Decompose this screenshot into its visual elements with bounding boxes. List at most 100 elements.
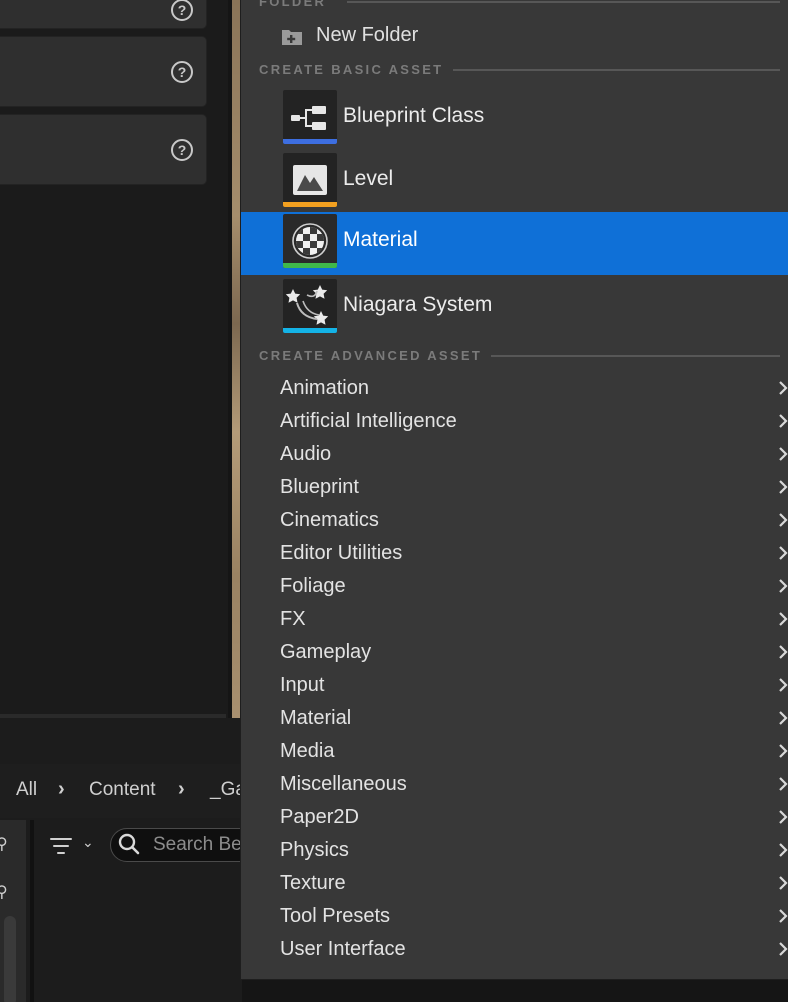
blueprint-class-icon — [283, 90, 337, 144]
search-icon — [118, 833, 140, 855]
blueprint-class-menu-item[interactable]: Blueprint Class — [241, 88, 788, 151]
menu-item-label: User Interface — [280, 938, 406, 960]
menu-item-label: Material — [343, 228, 418, 251]
menu-item-label: Physics — [280, 839, 349, 861]
menu-item-label: New Folder — [316, 24, 419, 46]
chevron-right-icon — [779, 612, 788, 626]
menu-item-label: Foliage — [280, 575, 346, 597]
vertical-scrollbar[interactable] — [4, 916, 16, 1002]
menu-item-label: FX — [280, 608, 306, 630]
menu-item-label: Audio — [280, 443, 332, 465]
submenu-item-blueprint[interactable]: Blueprint — [241, 471, 788, 504]
level-icon — [283, 153, 337, 207]
submenu-item-gameplay[interactable]: Gameplay — [241, 636, 788, 669]
level-menu-item[interactable]: Level — [241, 151, 788, 214]
submenu-item-paper2d[interactable]: Paper2D — [241, 801, 788, 834]
section-header-folder: FOLDER — [259, 0, 780, 9]
sources-panel: ⚲ ⚲ — [0, 820, 26, 1002]
search-placeholder: Search Be — [153, 834, 242, 855]
chevron-right-icon — [779, 810, 788, 824]
chevron-right-icon: › — [58, 778, 65, 800]
asset-color-stripe — [283, 139, 337, 144]
search-icon[interactable]: ⚲ — [0, 834, 8, 854]
chevron-right-icon — [779, 744, 788, 758]
chevron-right-icon — [779, 645, 788, 659]
submenu-item-editor-utilities[interactable]: Editor Utilities — [241, 537, 788, 570]
material-icon — [283, 214, 337, 268]
menu-item-label: Texture — [280, 872, 346, 894]
submenu-item-foliage[interactable]: Foliage — [241, 570, 788, 603]
submenu-item-animation[interactable]: Animation — [241, 372, 788, 405]
chevron-right-icon — [779, 942, 788, 956]
property-row[interactable]: ? — [0, 114, 207, 185]
asset-color-stripe — [283, 202, 337, 207]
submenu-item-fx[interactable]: FX — [241, 603, 788, 636]
section-divider — [453, 69, 780, 71]
section-title: CREATE ADVANCED ASSET — [259, 348, 483, 363]
chevron-right-icon — [779, 513, 788, 527]
menu-item-label: Artificial Intelligence — [280, 410, 457, 432]
niagara-system-icon — [283, 279, 337, 333]
splitter[interactable] — [30, 820, 34, 1002]
chevron-right-icon — [779, 480, 788, 494]
property-row[interactable]: ? — [0, 36, 207, 107]
menu-item-label: Blueprint — [280, 476, 359, 498]
chevron-right-icon: › — [178, 778, 185, 800]
menu-item-label: Cinematics — [280, 509, 379, 531]
chevron-right-icon — [779, 579, 788, 593]
section-header-basic: CREATE BASIC ASSET — [259, 62, 780, 77]
details-panel: ? ? ? — [0, 0, 228, 720]
menu-item-label: Tool Presets — [280, 905, 391, 927]
menu-item-label: Input — [280, 674, 325, 696]
menu-item-label: Miscellaneous — [280, 773, 407, 795]
chevron-right-icon — [779, 909, 788, 923]
chevron-right-icon — [779, 777, 788, 791]
asset-color-stripe — [283, 328, 337, 333]
breadcrumb-item-content[interactable]: Content — [89, 779, 156, 801]
submenu-item-user-interface[interactable]: User Interface — [241, 933, 788, 966]
menu-item-label: Media — [280, 740, 335, 762]
submenu-item-cinematics[interactable]: Cinematics — [241, 504, 788, 537]
menu-item-label: Animation — [280, 377, 369, 399]
menu-item-label: Niagara System — [343, 293, 493, 316]
breadcrumb-item-all[interactable]: All — [16, 779, 37, 801]
chevron-right-icon — [779, 843, 788, 857]
submenu-item-material[interactable]: Material — [241, 702, 788, 735]
menu-item-label: Blueprint Class — [343, 104, 485, 127]
chevron-right-icon — [779, 414, 788, 428]
chevron-right-icon — [779, 678, 788, 692]
section-divider — [347, 1, 780, 3]
section-title: CREATE BASIC ASSET — [259, 62, 444, 77]
chevron-right-icon — [779, 546, 788, 560]
niagara-system-menu-item[interactable]: Niagara System — [241, 277, 788, 340]
chevron-right-icon — [779, 711, 788, 725]
chevron-right-icon — [779, 381, 788, 395]
help-icon[interactable]: ? — [171, 0, 193, 21]
filter-button[interactable]: ⌄ — [48, 832, 98, 860]
menu-item-label: Gameplay — [280, 641, 372, 663]
submenu-item-artificial-intelligence[interactable]: Artificial Intelligence — [241, 405, 788, 438]
chevron-right-icon — [779, 876, 788, 890]
help-icon[interactable]: ? — [171, 61, 193, 83]
chevron-down-icon: ⌄ — [82, 834, 94, 850]
submenu-item-tool-presets[interactable]: Tool Presets — [241, 900, 788, 933]
menu-item-label: Paper2D — [280, 806, 359, 828]
search-icon[interactable]: ⚲ — [0, 882, 8, 902]
menu-item-label: Level — [343, 167, 394, 190]
new-folder-icon — [282, 30, 302, 45]
help-icon[interactable]: ? — [171, 139, 193, 161]
chevron-right-icon — [779, 447, 788, 461]
submenu-item-audio[interactable]: Audio — [241, 438, 788, 471]
submenu-item-texture[interactable]: Texture — [241, 867, 788, 900]
property-row[interactable]: ? — [0, 0, 207, 29]
add-asset-menu: FOLDER New Folder CREATE BASIC ASSET Blu… — [240, 0, 788, 980]
submenu-item-input[interactable]: Input — [241, 669, 788, 702]
material-menu-item[interactable]: Material — [241, 212, 788, 275]
menu-item-label: Material — [280, 707, 352, 729]
submenu-item-physics[interactable]: Physics — [241, 834, 788, 867]
submenu-item-media[interactable]: Media — [241, 735, 788, 768]
section-header-advanced: CREATE ADVANCED ASSET — [259, 348, 780, 363]
menu-item-label: Editor Utilities — [280, 542, 403, 564]
section-divider — [491, 355, 780, 357]
submenu-item-miscellaneous[interactable]: Miscellaneous — [241, 768, 788, 801]
